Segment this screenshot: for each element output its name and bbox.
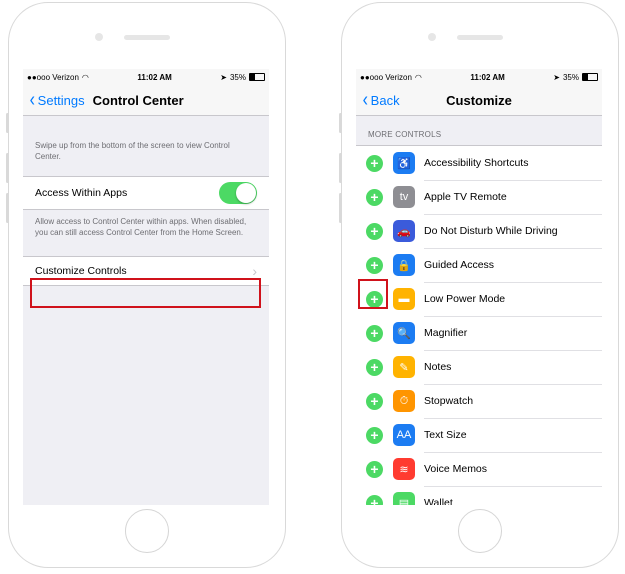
control-label: Apple TV Remote — [424, 180, 602, 215]
add-control-button[interactable]: + — [366, 324, 383, 342]
carrier-label: ●●ooo Verizon — [360, 72, 412, 82]
text-size-icon: AA — [393, 424, 415, 446]
control-row: + 🔍 Magnifier — [356, 316, 602, 351]
car-icon: 🚗 — [393, 220, 415, 242]
side-button — [6, 113, 9, 133]
nav-bar: ‹ Settings Control Center — [23, 85, 269, 116]
add-control-button[interactable]: + — [366, 460, 383, 478]
accessibility-icon: ♿ — [393, 152, 415, 174]
control-row: + 🔒 Guided Access — [356, 248, 602, 283]
add-control-button[interactable]: + — [366, 358, 383, 376]
control-label: Voice Memos — [424, 452, 602, 487]
toggle-knob — [236, 183, 256, 203]
control-row: + AA Text Size — [356, 418, 602, 453]
add-button-highlight — [358, 279, 388, 309]
carrier-label: ●●ooo Verizon — [27, 72, 79, 82]
control-label: Do Not Disturb While Driving — [424, 214, 602, 249]
apple-tv-icon: tv — [393, 186, 415, 208]
access-within-apps-label: Access Within Apps — [35, 187, 128, 199]
control-row: + ⏱ Stopwatch — [356, 384, 602, 419]
side-button — [339, 113, 342, 133]
control-row: + ▬ Low Power Mode — [356, 282, 602, 317]
battery-icon — [581, 73, 598, 81]
add-control-button[interactable]: + — [366, 154, 383, 172]
control-label: Guided Access — [424, 248, 602, 283]
nav-bar: ‹ Back Customize — [356, 85, 602, 116]
access-within-apps-row: Access Within Apps — [23, 176, 269, 210]
battery-icon — [248, 73, 265, 81]
status-bar: ●●ooo Verizon ◠ 11:02 AM ➤ 35% — [356, 69, 602, 85]
chevron-left-icon: ‹ — [362, 89, 369, 111]
control-row: + ✎ Notes — [356, 350, 602, 385]
control-label: Text Size — [424, 418, 602, 453]
location-icon: ➤ — [220, 72, 227, 82]
home-button[interactable] — [458, 509, 502, 553]
control-row: + ▤ Wallet — [356, 486, 602, 505]
back-button[interactable]: ‹ Settings — [23, 90, 85, 110]
status-time: 11:02 AM — [470, 72, 505, 82]
camera-icon — [428, 33, 436, 41]
control-row: + tv Apple TV Remote — [356, 180, 602, 215]
wifi-icon: ◠ — [81, 72, 89, 82]
notes-icon: ✎ — [393, 356, 415, 378]
control-label: Low Power Mode — [424, 282, 602, 317]
control-label: Notes — [424, 350, 602, 385]
chevron-left-icon: ‹ — [29, 89, 36, 111]
control-row: + 🚗 Do Not Disturb While Driving — [356, 214, 602, 249]
battery-icon: ▬ — [393, 288, 415, 310]
status-time: 11:02 AM — [137, 72, 172, 82]
add-control-button[interactable]: + — [366, 392, 383, 410]
volume-down-button — [339, 193, 342, 223]
home-button[interactable] — [125, 509, 169, 553]
add-control-button[interactable]: + — [366, 188, 383, 206]
intro-text: Swipe up from the bottom of the screen t… — [35, 141, 230, 161]
chevron-right-icon: › — [252, 263, 257, 279]
add-control-button[interactable]: + — [366, 256, 383, 274]
lock-icon: 🔒 — [393, 254, 415, 276]
add-control-button[interactable]: + — [366, 222, 383, 240]
battery-percent: 35% — [562, 72, 579, 82]
page-title: Control Center — [92, 92, 184, 108]
control-label: Accessibility Shortcuts — [424, 146, 602, 181]
volume-down-button — [6, 193, 9, 223]
magnifier-icon: 🔍 — [393, 322, 415, 344]
add-control-button[interactable]: + — [366, 426, 383, 444]
location-icon: ➤ — [553, 72, 560, 82]
back-button[interactable]: ‹ Back — [356, 90, 400, 110]
voice-memos-icon: ≋ — [393, 458, 415, 480]
customize-controls-label: Customize Controls — [35, 265, 127, 277]
add-control-button[interactable]: + — [366, 494, 383, 505]
page-title: Customize — [446, 92, 512, 108]
wifi-icon: ◠ — [414, 72, 422, 82]
more-controls-list: + ♿ Accessibility Shortcuts + tv Apple TV Rem… — [356, 145, 602, 505]
battery-percent: 35% — [229, 72, 246, 82]
status-bar: ●●ooo Verizon ◠ 11:02 AM ➤ 35% — [23, 69, 269, 85]
wallet-icon: ▤ — [393, 492, 415, 505]
camera-icon — [95, 33, 103, 41]
customize-controls-highlight — [30, 278, 261, 308]
volume-up-button — [339, 153, 342, 183]
control-row: + ≋ Voice Memos — [356, 452, 602, 487]
section-header: MORE CONTROLS — [368, 130, 442, 139]
back-label: Settings — [37, 92, 85, 108]
access-footnote: Allow access to Control Center within ap… — [35, 217, 247, 237]
access-within-apps-toggle[interactable] — [219, 182, 257, 204]
back-label: Back — [370, 92, 400, 108]
speaker-grille — [124, 35, 170, 40]
control-label: Stopwatch — [424, 384, 602, 419]
volume-up-button — [6, 153, 9, 183]
right-screen: ●●ooo Verizon ◠ 11:02 AM ➤ 35% ‹ Back Cu… — [356, 69, 602, 505]
speaker-grille — [457, 35, 503, 40]
control-row: + ♿ Accessibility Shortcuts — [356, 146, 602, 181]
control-label: Wallet — [424, 486, 602, 506]
control-label: Magnifier — [424, 316, 602, 351]
stopwatch-icon: ⏱ — [393, 390, 415, 412]
